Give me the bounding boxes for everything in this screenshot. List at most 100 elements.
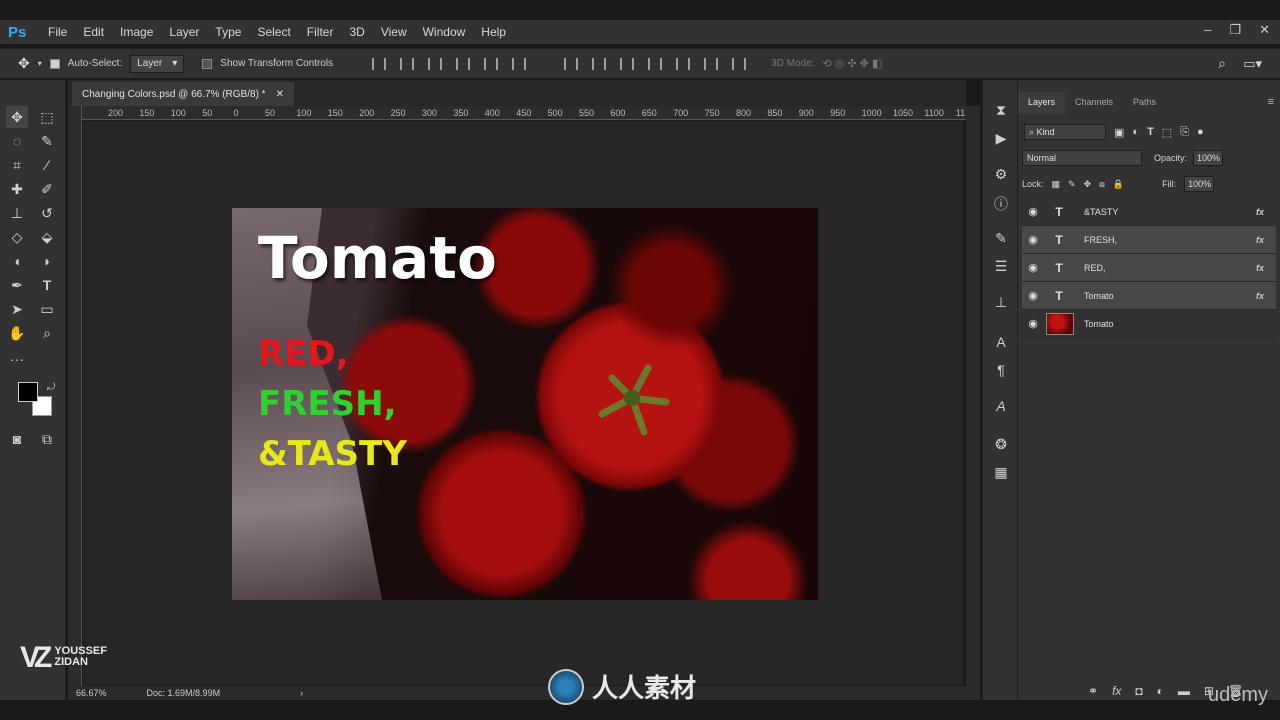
vertical-scrollbar[interactable] xyxy=(966,106,980,686)
tab-layers[interactable]: Layers xyxy=(1018,92,1066,114)
menu-file[interactable]: File xyxy=(40,25,75,39)
kind-filter-dropdown[interactable]: ⌕ Kind xyxy=(1024,124,1106,140)
align-right-icon[interactable] xyxy=(512,57,527,70)
eye-icon[interactable]: ◉ xyxy=(1022,261,1044,274)
character-panel-icon[interactable]: A xyxy=(992,334,1010,352)
blend-mode-dropdown[interactable]: Normal xyxy=(1022,150,1142,166)
distribute-right-icon[interactable] xyxy=(704,57,719,70)
marquee-tool-icon[interactable]: ⬚ xyxy=(36,106,58,128)
show-transform-checkbox[interactable] xyxy=(202,58,213,69)
eye-icon[interactable]: ◉ xyxy=(1022,233,1044,246)
distribute-top-icon[interactable] xyxy=(564,57,579,70)
auto-align-icon[interactable] xyxy=(732,57,747,70)
move-tool-icon[interactable]: ✥ xyxy=(6,106,28,128)
new-group-icon[interactable]: ▬ xyxy=(1178,684,1190,698)
healing-brush-tool-icon[interactable]: ✚ xyxy=(6,178,28,200)
hand-tool-icon[interactable]: ✋ xyxy=(6,322,28,344)
auto-select-checkbox[interactable] xyxy=(49,58,60,69)
rectangle-tool-icon[interactable]: ▭ xyxy=(36,298,58,320)
tomato-title-text[interactable]: Tomato xyxy=(258,224,497,292)
menu-image[interactable]: Image xyxy=(112,25,161,39)
shape-filter-icon[interactable]: ⬚ xyxy=(1162,126,1172,139)
filter-toggle-icon[interactable]: ● xyxy=(1197,126,1204,138)
align-vcenter-icon[interactable] xyxy=(400,57,415,70)
actions-panel-icon[interactable]: ▶ xyxy=(992,130,1010,148)
move-tool-icon[interactable]: ✥ xyxy=(18,55,30,72)
auto-select-dropdown[interactable]: Layer ▾ xyxy=(130,54,185,73)
type-tool-icon[interactable]: T xyxy=(36,274,58,296)
close-icon[interactable]: ✕ xyxy=(1259,22,1270,38)
eye-icon[interactable]: ◉ xyxy=(1022,205,1044,218)
distribute-vcenter-icon[interactable] xyxy=(592,57,607,70)
align-top-icon[interactable] xyxy=(372,57,387,70)
tasty-text[interactable]: &TASTY xyxy=(258,434,407,474)
menu-window[interactable]: Window xyxy=(415,25,474,39)
info-panel-icon[interactable]: ⓘ xyxy=(992,194,1010,212)
history-panel-icon[interactable]: ⧗ xyxy=(992,102,1010,120)
paragraph-panel-icon[interactable]: ¶ xyxy=(992,362,1010,380)
history-brush-tool-icon[interactable]: ↺ xyxy=(36,202,58,224)
align-bottom-icon[interactable] xyxy=(428,57,443,70)
dodge-tool-icon[interactable]: ◗ xyxy=(36,250,58,272)
adjustment-layer-icon[interactable]: ◐ xyxy=(1157,684,1164,698)
smart-object-filter-icon[interactable]: ⎘ xyxy=(1180,126,1189,139)
clone-source-panel-icon[interactable]: ⊥ xyxy=(992,294,1010,312)
workspace-icon[interactable]: ▭▾ xyxy=(1243,56,1262,72)
3d-panel-icon[interactable]: ❂ xyxy=(992,436,1010,454)
path-selection-tool-icon[interactable]: ➤ xyxy=(6,298,28,320)
fresh-text[interactable]: FRESH, xyxy=(258,384,397,424)
properties-panel-icon[interactable]: ⚙ xyxy=(992,166,1010,184)
menu-type[interactable]: Type xyxy=(207,25,249,39)
layer-row[interactable]: ◉ T &TASTY fx xyxy=(1022,198,1276,226)
restore-icon[interactable]: ❐ xyxy=(1229,22,1241,38)
fx-icon[interactable]: fx xyxy=(1256,263,1276,273)
fx-icon[interactable]: fx xyxy=(1256,207,1276,217)
fx-icon[interactable]: fx xyxy=(1256,291,1276,301)
pen-tool-icon[interactable]: ✒ xyxy=(6,274,28,296)
panel-menu-icon[interactable]: ≡ xyxy=(1268,96,1274,108)
menu-layer[interactable]: Layer xyxy=(161,25,207,39)
tab-paths[interactable]: Paths xyxy=(1123,92,1166,114)
lasso-tool-icon[interactable]: ◌ xyxy=(6,130,28,152)
red-text[interactable]: RED, xyxy=(258,334,349,374)
eyedropper-tool-icon[interactable]: ⁄ xyxy=(36,154,58,176)
zoom-tool-icon[interactable]: ⌕ xyxy=(36,322,58,344)
lock-position-icon[interactable]: ✥ xyxy=(1084,179,1092,190)
grid-panel-icon[interactable]: ▦ xyxy=(992,464,1010,482)
clone-stamp-tool-icon[interactable]: ⊥ xyxy=(6,202,28,224)
chevron-down-icon[interactable]: ▾ xyxy=(38,59,42,68)
fx-icon[interactable]: fx xyxy=(1256,235,1276,245)
align-left-icon[interactable] xyxy=(456,57,471,70)
eye-icon[interactable]: ◉ xyxy=(1022,289,1044,302)
menu-view[interactable]: View xyxy=(373,25,415,39)
menu-3d[interactable]: 3D xyxy=(341,25,372,39)
adjustments-panel-icon[interactable]: ☰ xyxy=(992,258,1010,276)
eraser-tool-icon[interactable]: ◇ xyxy=(6,226,28,248)
magic-wand-tool-icon[interactable]: ✎ xyxy=(36,130,58,152)
glyphs-panel-icon[interactable]: A xyxy=(992,398,1010,416)
document-tab[interactable]: Changing Colors.psd @ 66.7% (RGB/8) * ✕ xyxy=(72,82,294,106)
lock-pixels-icon[interactable]: ✎ xyxy=(1068,179,1076,190)
paint-bucket-tool-icon[interactable]: ⬙ xyxy=(36,226,58,248)
brush-tool-icon[interactable]: ✐ xyxy=(36,178,58,200)
close-tab-icon[interactable]: ✕ xyxy=(276,89,284,100)
search-icon[interactable]: ⌕ xyxy=(1218,55,1226,72)
crop-tool-icon[interactable]: ⌗ xyxy=(6,154,28,176)
tab-channels[interactable]: Channels xyxy=(1065,92,1123,114)
fill-input[interactable]: 100% xyxy=(1184,176,1215,192)
layer-row[interactable]: ◉ T FRESH, fx xyxy=(1022,226,1276,254)
chevron-right-icon[interactable]: › xyxy=(300,688,303,698)
eye-icon[interactable]: ◉ xyxy=(1022,317,1044,330)
link-layers-icon[interactable]: ⚭ xyxy=(1088,684,1098,698)
lock-transparency-icon[interactable]: ▦ xyxy=(1052,179,1061,190)
3d-rotate-icon[interactable]: ⟲ ◎ ✣ ✥ ◧ xyxy=(822,57,882,70)
layer-row[interactable]: ◉ T Tomato fx xyxy=(1022,282,1276,310)
minimize-icon[interactable]: – xyxy=(1204,22,1211,38)
add-mask-icon[interactable]: ◘ xyxy=(1135,684,1142,698)
pixel-filter-icon[interactable]: ▣ xyxy=(1114,126,1124,139)
distribute-bottom-icon[interactable] xyxy=(620,57,635,70)
distribute-hcenter-icon[interactable] xyxy=(676,57,691,70)
menu-edit[interactable]: Edit xyxy=(75,25,112,39)
screen-mode-icon[interactable]: ⧉ xyxy=(36,428,58,450)
fx-icon[interactable]: fx xyxy=(1112,684,1121,698)
